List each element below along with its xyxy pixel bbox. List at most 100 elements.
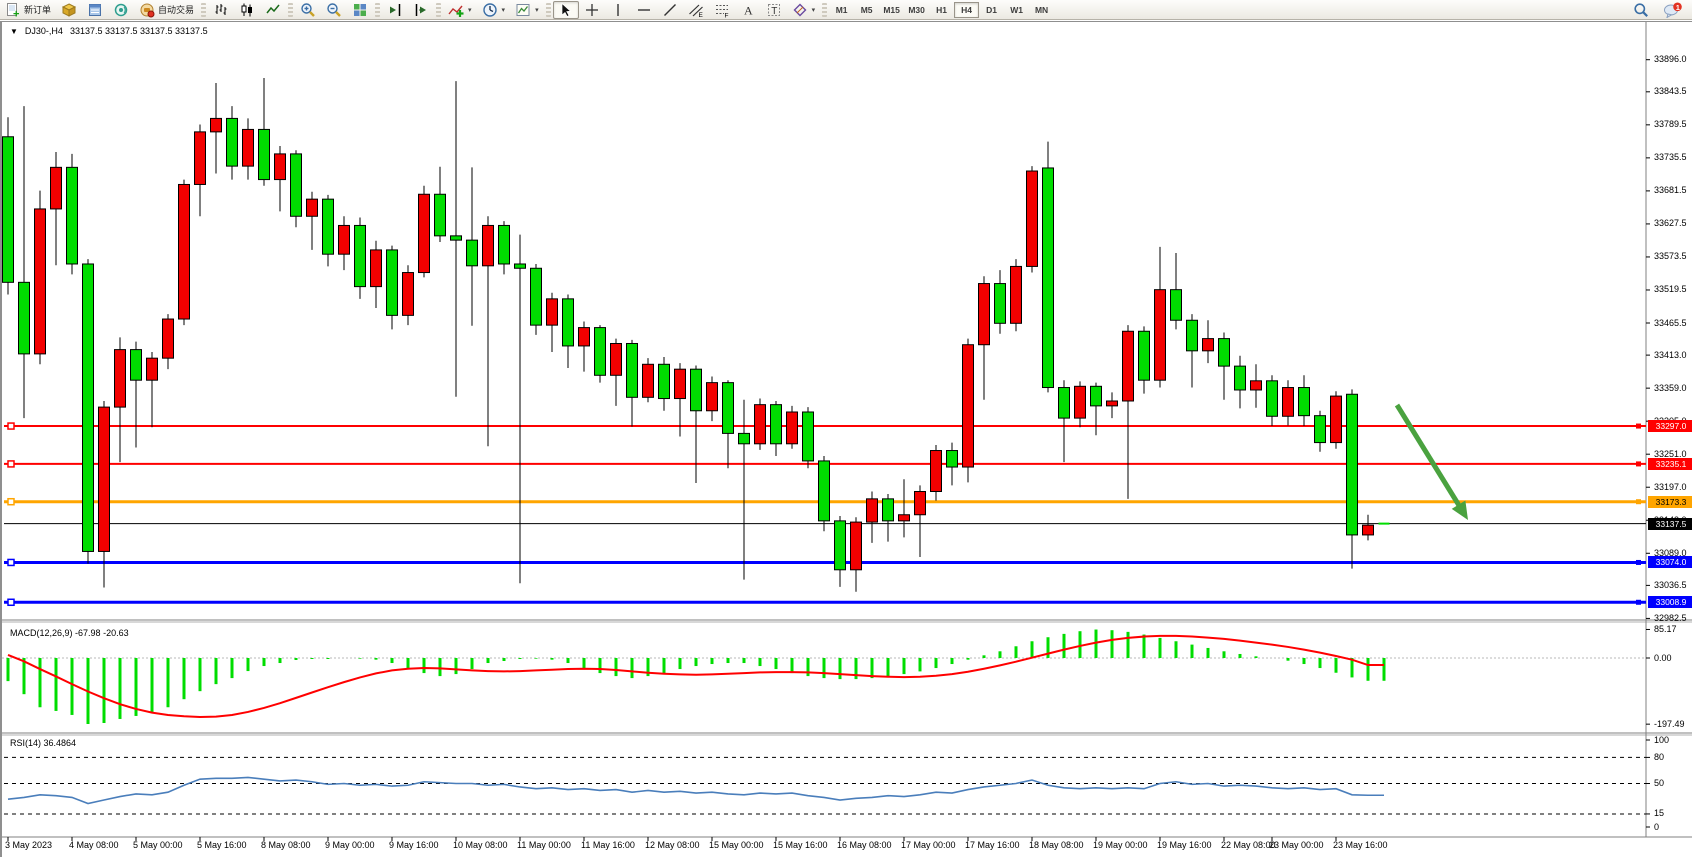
candle-body [243,129,254,166]
tile-windows-button[interactable] [347,1,373,19]
timeframe-m1-button[interactable]: M1 [829,2,854,18]
chart-window[interactable]: ▼ DJ30-,H4 33137.5 33137.5 33137.5 33137… [0,21,1692,857]
candle-body [675,369,686,398]
candle-body [323,199,334,254]
candle-body [483,225,494,265]
price-axis-value: 33681.5 [1654,185,1692,195]
indicators-button[interactable]: ▾ [443,1,477,19]
profiles-button[interactable] [56,1,82,19]
candle-body [707,383,718,411]
timeframe-mn-button[interactable]: MN [1029,2,1054,18]
line-handle[interactable] [8,599,14,605]
candle-body [771,405,782,444]
tile-windows-icon [352,2,368,18]
time-axis-label: 4 May 08:00 [69,840,119,850]
line-handle[interactable] [1636,560,1641,565]
candle-body [371,250,382,287]
timeframe-m30-button[interactable]: M30 [904,2,929,18]
crosshair-icon [584,2,600,18]
chart-shift-icon [413,2,429,18]
periods-icon [482,2,498,18]
time-axis-label: 15 May 16:00 [773,840,828,850]
line-handle[interactable] [8,559,14,565]
zoom-out-button[interactable] [321,1,347,19]
candle-body [403,273,414,316]
candle-body [899,515,910,521]
candle-body [723,383,734,434]
auto-scroll-button[interactable] [382,1,408,19]
line-handle[interactable] [1636,461,1641,466]
price-tag: 33074.0 [1648,556,1692,568]
hline-button[interactable] [631,1,657,19]
chart-canvas[interactable] [2,22,1692,858]
time-axis-label: 11 May 16:00 [581,840,635,850]
timeframe-h1-button[interactable]: H1 [929,2,954,18]
candle-body [83,264,94,551]
chevron-down-icon[interactable]: ▾ [812,6,816,14]
price-axis-value: 33413.0 [1654,350,1692,360]
trend-arrow[interactable] [1397,405,1461,508]
timeframe-w1-button[interactable]: W1 [1004,2,1029,18]
price-tag: 33173.3 [1648,496,1692,508]
time-axis-label: 9 May 16:00 [389,840,439,850]
candle-body [467,240,478,266]
candle-body [179,184,190,319]
candle-body [131,350,142,381]
candle-body [211,118,222,131]
chat-icon[interactable]: 1 [1658,1,1688,19]
svg-text:A: A [744,3,753,17]
candle-chart-button[interactable] [234,1,260,19]
market-watch-icon [87,2,103,18]
templates-button[interactable]: ▾ [510,1,544,19]
line-handle[interactable] [8,461,14,467]
price-axis-value: 33789.5 [1654,119,1692,129]
timeframe-h4-button[interactable]: H4 [954,2,979,18]
hline-icon [636,2,652,18]
candle-body [1123,331,1134,401]
chevron-down-icon[interactable]: ▾ [535,6,539,14]
chart-shift-button[interactable] [408,1,434,19]
candle-body [1155,290,1166,381]
periods-button[interactable]: ▾ [477,1,511,19]
macd-axis-value: 85.17 [1654,624,1692,634]
time-axis-label: 18 May 08:00 [1029,840,1084,850]
timeframe-m15-button[interactable]: M15 [879,2,904,18]
cursor-button[interactable] [553,1,579,19]
price-tag: 33297.0 [1648,420,1692,432]
bar-chart-button[interactable] [208,1,234,19]
signals-button[interactable] [108,1,134,19]
trendline-button[interactable] [657,1,683,19]
time-axis-label: 17 May 00:00 [901,840,956,850]
candle-body [1331,396,1342,442]
line-chart-button[interactable] [260,1,286,19]
timeframe-d1-button[interactable]: D1 [979,2,1004,18]
line-handle[interactable] [8,423,14,429]
line-handle[interactable] [8,499,14,505]
search-icon[interactable] [1628,1,1654,19]
new-order-button[interactable]: +新订单 [0,1,56,19]
candle-body [1363,525,1374,535]
arrows-button[interactable]: ▾ [787,1,821,19]
signals-icon [113,2,129,18]
candle-body [1075,386,1086,418]
candle-body [643,364,654,397]
auto-trading-button[interactable]: 自动交易 [134,1,199,19]
channel-button[interactable]: E [683,1,709,19]
timeframe-m5-button[interactable]: M5 [854,2,879,18]
fibonacci-button[interactable]: F [709,1,735,19]
svg-text:1: 1 [1676,3,1680,12]
chevron-down-icon[interactable]: ▾ [468,6,472,14]
text-button[interactable]: A [735,1,761,19]
label-button[interactable]: T [761,1,787,19]
zoom-in-button[interactable] [295,1,321,19]
chevron-down-icon[interactable]: ▾ [502,6,506,14]
candle-body [163,319,174,358]
line-handle[interactable] [1636,499,1641,504]
market-watch-button[interactable] [82,1,108,19]
rsi-label: RSI(14) 36.4864 [10,738,76,748]
candle-body [1347,394,1358,535]
vline-button[interactable] [605,1,631,19]
line-handle[interactable] [1636,600,1641,605]
line-handle[interactable] [1636,424,1641,429]
crosshair-button[interactable] [579,1,605,19]
